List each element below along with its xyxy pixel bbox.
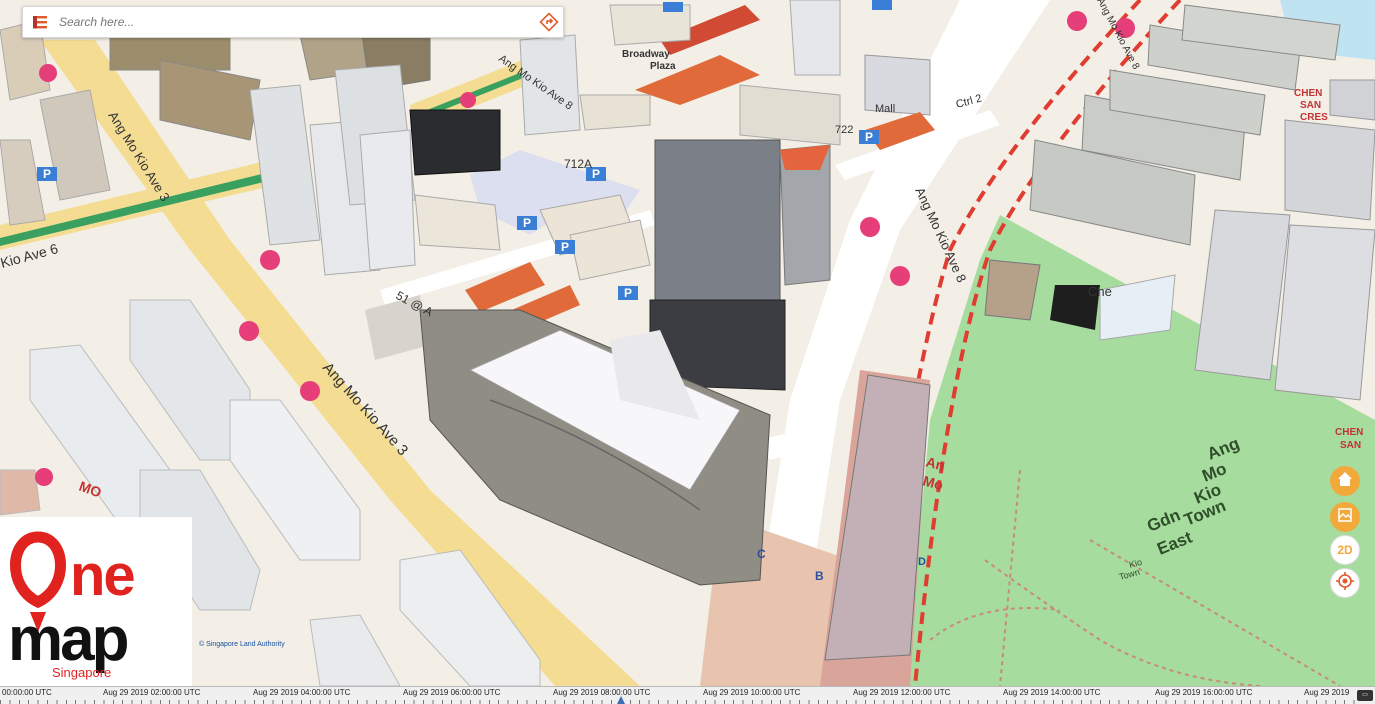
timeline-label: Aug 29 2019 06:00:00 UTC <box>403 688 501 697</box>
svg-text:P: P <box>865 130 873 144</box>
timeline-label: Aug 29 2019 02:00:00 UTC <box>103 688 201 697</box>
search-input[interactable] <box>57 10 531 34</box>
attribution-link[interactable]: © Singapore Land Authority <box>199 641 285 648</box>
onemap-logo: ne map Singapore <box>0 517 192 686</box>
fullscreen-icon[interactable]: ▭ <box>1357 690 1373 701</box>
poi-marker <box>39 64 57 82</box>
place-label: Mall <box>875 103 895 115</box>
svg-text:P: P <box>43 167 51 181</box>
timeline-label: Aug 29 2019 04:00:00 UTC <box>253 688 351 697</box>
map-3d-view[interactable]: P P P P P P Ang Mo Kio Ave 3 Ang Mo Kio … <box>0 0 1375 686</box>
layers-icon <box>1336 506 1354 529</box>
place-label: 722 <box>835 124 853 136</box>
directions-icon[interactable] <box>539 12 559 32</box>
home-button[interactable] <box>1330 466 1360 496</box>
place-label: 712A <box>564 157 592 171</box>
mode-2d-label: 2D <box>1337 543 1353 557</box>
poi-marker <box>860 217 880 237</box>
timeline-playhead[interactable] <box>617 696 625 704</box>
svg-text:CHEN: CHEN <box>1294 88 1322 99</box>
mode-2d-button[interactable]: 2D <box>1330 535 1360 565</box>
timeline-label: Aug 29 2019 12:00:00 UTC <box>853 688 951 697</box>
timeline-label: 00:00:00 UTC <box>2 688 52 697</box>
timeline-label: Aug 29 2019 14:00:00 UTC <box>1003 688 1101 697</box>
timeline-label: Aug 29 2019 08:00:00 UTC <box>553 688 651 697</box>
svg-text:ne: ne <box>70 543 134 608</box>
svg-text:SAN: SAN <box>1340 440 1361 451</box>
search-bar <box>22 6 564 38</box>
onemap-logo-graphic: ne map Singapore <box>8 531 136 680</box>
svg-text:Broadway: Broadway <box>622 49 670 60</box>
svg-text:P: P <box>624 286 632 300</box>
poi-marker <box>260 250 280 270</box>
poi-marker <box>35 468 53 486</box>
poi-marker <box>239 321 259 341</box>
exit-label: D <box>918 556 926 568</box>
timeline-label: Aug 29 2019 16:00:00 UTC <box>1155 688 1253 697</box>
exit-label: C <box>757 547 766 561</box>
poi-marker <box>890 266 910 286</box>
poi-marker <box>300 381 320 401</box>
poi-marker <box>1067 11 1087 31</box>
svg-text:Plaza: Plaza <box>650 61 676 72</box>
locate-icon <box>1335 571 1355 596</box>
locate-button[interactable] <box>1330 568 1360 598</box>
timeline-label: Aug 29 2019 <box>1304 688 1350 697</box>
svg-text:SAN: SAN <box>1300 100 1321 111</box>
svg-text:CHEN: CHEN <box>1335 427 1363 438</box>
place-label: Che <box>1088 284 1112 299</box>
layers-button[interactable] <box>1330 502 1360 532</box>
svg-text:CRES: CRES <box>1300 112 1328 123</box>
svg-text:map: map <box>8 605 128 674</box>
home-icon <box>1336 470 1354 493</box>
timeline-bar[interactable]: 00:00:00 UTC Aug 29 2019 02:00:00 UTC Au… <box>0 686 1375 704</box>
svg-text:P: P <box>592 167 600 181</box>
svg-text:P: P <box>523 216 531 230</box>
svg-text:Singapore: Singapore <box>52 665 111 680</box>
exit-label: B <box>815 569 824 583</box>
poi-marker <box>460 92 476 108</box>
timeline-label: Aug 29 2019 10:00:00 UTC <box>703 688 801 697</box>
timeline-ticks <box>0 700 1356 704</box>
svg-text:P: P <box>561 240 569 254</box>
menu-icon[interactable] <box>29 11 51 33</box>
